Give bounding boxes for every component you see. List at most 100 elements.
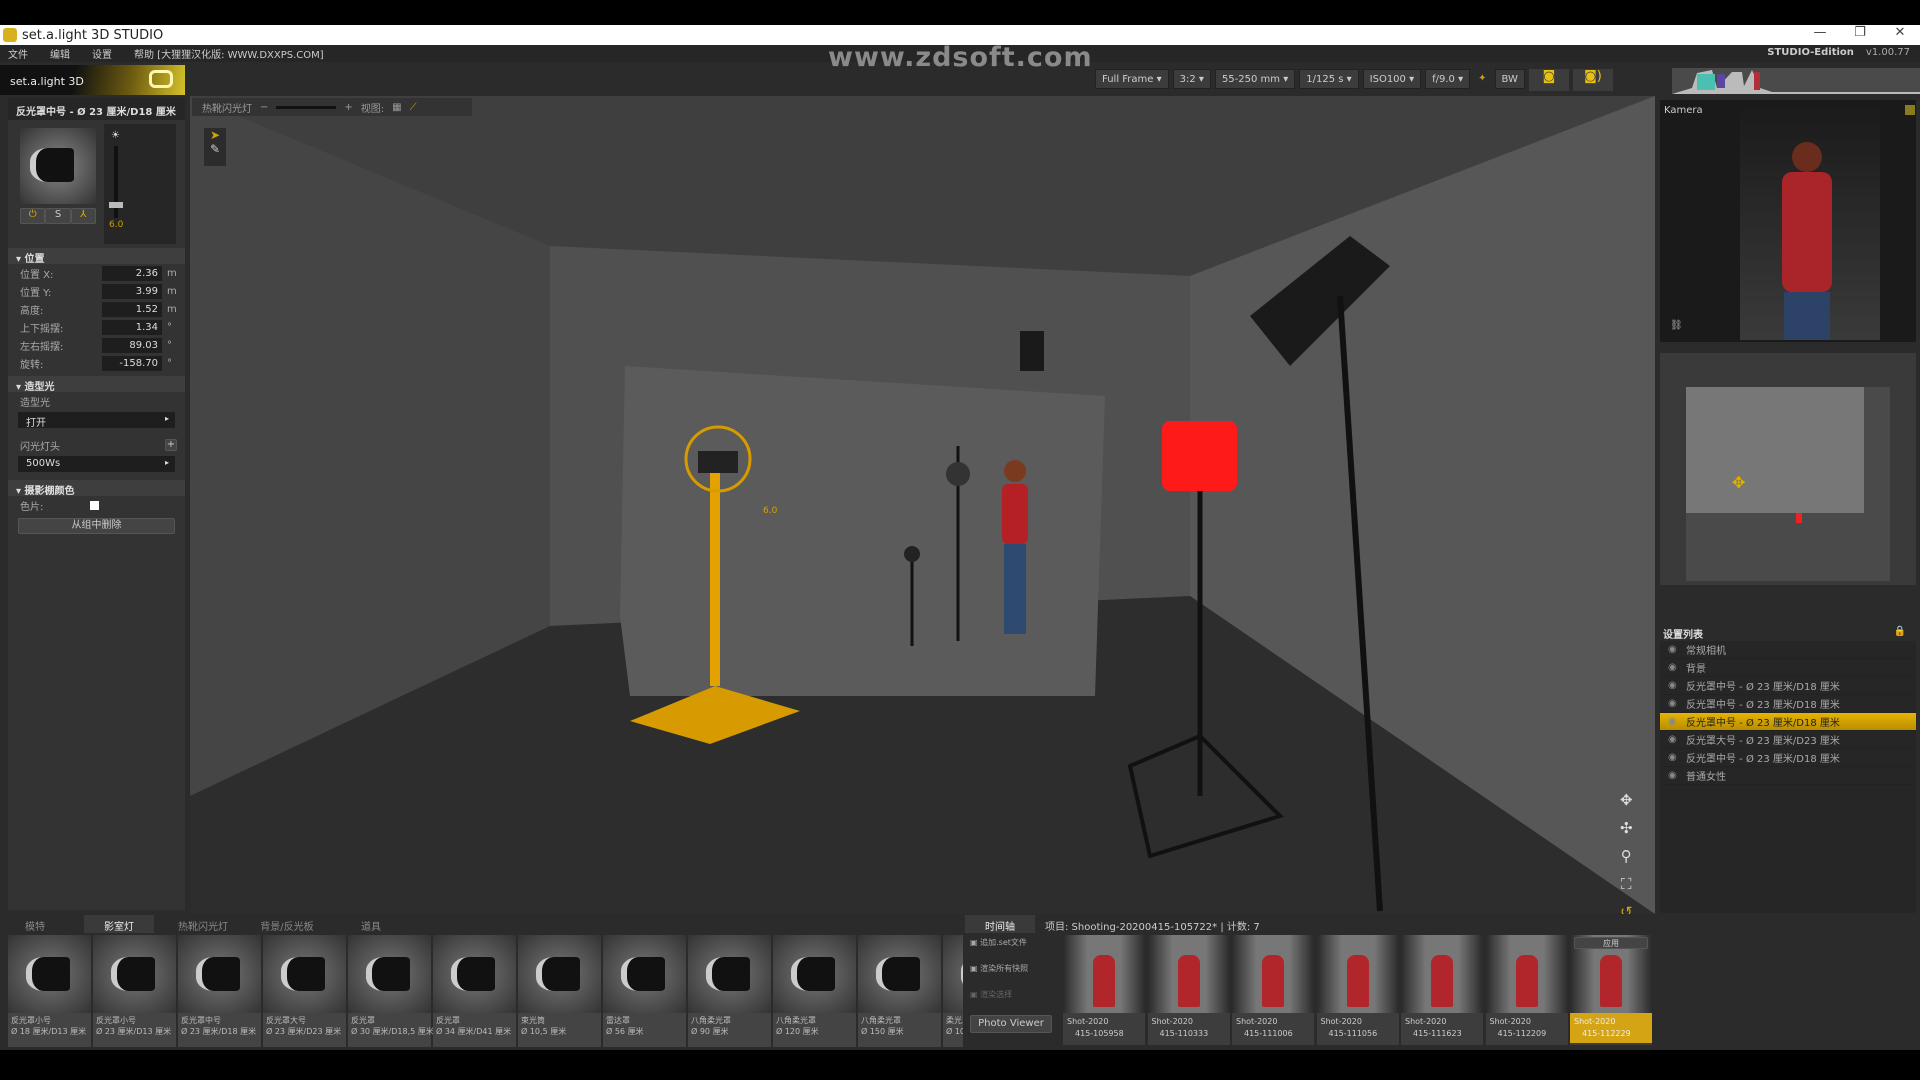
- library-tab[interactable]: 背景/反光板: [252, 915, 322, 933]
- library-item[interactable]: 反光罩大号 Ø 23 厘米/D23 厘米: [263, 935, 346, 1047]
- maximize-button[interactable]: ❐: [1840, 25, 1880, 45]
- library-tab[interactable]: 影室灯: [84, 915, 154, 933]
- bw-button[interactable]: BW: [1494, 69, 1525, 89]
- library-item[interactable]: 反光罩 Ø 30 厘米/D18,5 厘米: [348, 935, 434, 1047]
- library-item[interactable]: 八角柔光罩 Ø 150 厘米: [858, 935, 941, 1047]
- zoom-icon[interactable]: ⚲: [1620, 842, 1633, 870]
- studio-color-section-header[interactable]: ▾ 摄影棚颜色: [8, 480, 185, 497]
- field-input[interactable]: 2.36: [102, 265, 162, 281]
- setup-list-item[interactable]: ◉ 普通女性: [1660, 767, 1916, 785]
- library-item[interactable]: 柔光罩 Ø 100: [943, 935, 963, 1047]
- fit-icon[interactable]: ⛶: [1620, 870, 1633, 898]
- field-input[interactable]: 1.34: [102, 319, 162, 335]
- color-swatch[interactable]: [90, 500, 99, 510]
- top-view-map[interactable]: ✥: [1660, 353, 1916, 585]
- photo-viewer-button[interactable]: Photo Viewer: [970, 1015, 1052, 1033]
- select-tool-icon[interactable]: ➤: [204, 128, 226, 142]
- remove-from-group-button[interactable]: 从组中删除: [18, 518, 175, 534]
- iso-dropdown[interactable]: ISO100 ▾: [1362, 69, 1422, 89]
- timeline-tab[interactable]: 时间轴: [965, 915, 1035, 933]
- library-item[interactable]: 八角柔光罩 Ø 120 厘米: [773, 935, 856, 1047]
- lens-dropdown[interactable]: 55-250 mm ▾: [1214, 69, 1296, 89]
- eye-icon[interactable]: ◉: [1668, 716, 1680, 727]
- apply-button[interactable]: 应用: [1574, 937, 1648, 949]
- append-set-button[interactable]: ▣ 追加.set文件: [970, 937, 1052, 959]
- eye-icon[interactable]: ◉: [1668, 770, 1680, 781]
- setup-list-item[interactable]: ◉ 反光罩中号 - Ø 23 厘米/D18 厘米: [1660, 749, 1916, 767]
- setup-list-item[interactable]: ◉ 反光罩大号 - Ø 23 厘米/D23 厘米: [1660, 731, 1916, 749]
- aperture-dropdown[interactable]: f/9.0 ▾: [1425, 69, 1471, 89]
- library-item[interactable]: 反光罩小号 Ø 18 厘米/D13 厘米: [8, 935, 91, 1047]
- 3d-viewport[interactable]: 热靴闪光灯 − + 视图: ▦ ⟋ ➤ ✎ 6.0 ✥ ✣ ⚲ ⛶ ↺: [190, 96, 1655, 914]
- library-item[interactable]: 束光筒 Ø 10,5 厘米: [518, 935, 601, 1047]
- capture-series-button[interactable]: ◙): [1572, 69, 1613, 91]
- field-input[interactable]: -158.70: [102, 355, 162, 371]
- library-item[interactable]: 雷达罩 Ø 56 厘米: [603, 935, 686, 1047]
- zoom-slider[interactable]: [276, 105, 337, 109]
- orbit-icon[interactable]: ✥: [1620, 786, 1633, 814]
- snapshot[interactable]: Shot-2020 415-105958: [1063, 935, 1145, 1045]
- minimize-button[interactable]: —: [1800, 25, 1840, 45]
- eye-icon[interactable]: ◉: [1668, 662, 1680, 673]
- snapshot[interactable]: 应用 Shot-2020 415-112229: [1570, 935, 1652, 1045]
- render-all-button[interactable]: ▣ 渲染所有快照: [970, 963, 1052, 985]
- modeling-dropdown[interactable]: 打开 ▸: [18, 412, 175, 429]
- position-section-header[interactable]: ▾ 位置: [8, 248, 185, 265]
- eye-icon[interactable]: ◉: [1668, 734, 1680, 745]
- red-light-marker[interactable]: [1796, 513, 1802, 523]
- snapshot[interactable]: Shot-2020 415-111056: [1316, 935, 1399, 1045]
- shutter-dropdown[interactable]: 1/125 s ▾: [1299, 69, 1359, 89]
- solo-button[interactable]: S: [45, 208, 71, 224]
- render-selected-button[interactable]: ▣ 渲染选择: [970, 989, 1052, 1011]
- format-dropdown[interactable]: Full Frame ▾: [1095, 69, 1169, 89]
- snapshot[interactable]: Shot-2020 415-111006: [1232, 935, 1314, 1045]
- library-tab[interactable]: 模特: [0, 915, 70, 933]
- library-item[interactable]: 反光罩小号 Ø 23 厘米/D13 厘米: [93, 935, 176, 1047]
- eye-icon[interactable]: ◉: [1668, 680, 1680, 691]
- setup-list-item[interactable]: ◉ 反光罩中号 - Ø 23 厘米/D18 厘米: [1660, 695, 1916, 713]
- focus-icon[interactable]: ✦: [1474, 69, 1490, 91]
- field-input[interactable]: 1.52: [102, 301, 162, 317]
- power-toggle[interactable]: ⏻: [20, 208, 46, 224]
- library-item[interactable]: 反光罩 Ø 34 厘米/D41 厘米: [433, 935, 516, 1047]
- add-button[interactable]: +: [165, 439, 177, 451]
- power-slider-handle[interactable]: [109, 202, 123, 208]
- menu-file[interactable]: 文件: [8, 46, 28, 61]
- field-input[interactable]: 89.03: [102, 337, 162, 353]
- ratio-dropdown[interactable]: 3:2 ▾: [1172, 69, 1211, 89]
- lock-icon[interactable]: 🔒: [1894, 626, 1906, 637]
- grid-icon[interactable]: ▦: [392, 102, 401, 113]
- setup-list-item[interactable]: ◉ 背景: [1660, 659, 1916, 677]
- library-item[interactable]: 反光罩中号 Ø 23 厘米/D18 厘米: [178, 935, 261, 1047]
- reset-icon[interactable]: ↺: [1620, 898, 1633, 914]
- close-button[interactable]: ✕: [1880, 25, 1920, 45]
- stand-button[interactable]: ⅄: [70, 208, 96, 224]
- field-input[interactable]: 3.99: [102, 283, 162, 299]
- collapse-icon[interactable]: [1905, 105, 1915, 115]
- menu-edit[interactable]: 编辑: [50, 46, 70, 61]
- setup-list-item[interactable]: ◉ 反光罩中号 - Ø 23 厘米/D18 厘米: [1660, 677, 1916, 695]
- menu-settings[interactable]: 设置: [92, 46, 112, 61]
- modeling-section-header[interactable]: ▾ 造型光: [8, 376, 185, 393]
- eye-icon[interactable]: ◉: [1668, 644, 1680, 655]
- zoom-out-button[interactable]: −: [260, 102, 268, 113]
- line-icon[interactable]: ⟋: [410, 102, 417, 113]
- pan-icon[interactable]: ✣: [1620, 814, 1633, 842]
- eye-icon[interactable]: ◉: [1668, 752, 1680, 763]
- eye-icon[interactable]: ◉: [1668, 698, 1680, 709]
- selected-light-marker-icon[interactable]: ✥: [1732, 473, 1745, 492]
- flash-power-dropdown[interactable]: 500Ws ▸: [18, 456, 175, 472]
- capture-button[interactable]: ◙: [1528, 69, 1569, 91]
- menu-help[interactable]: 帮助 [大狸狸汉化版: WWW.DXXPS.COM]: [134, 46, 324, 61]
- library-tab[interactable]: 热靴闪光灯: [168, 915, 238, 933]
- snapshot[interactable]: Shot-2020 415-112209: [1485, 935, 1568, 1045]
- zoom-in-button[interactable]: +: [344, 102, 352, 113]
- snapshot[interactable]: Shot-2020 415-111623: [1401, 935, 1483, 1045]
- setup-list-item[interactable]: ◉ 反光罩中号 - Ø 23 厘米/D18 厘米: [1660, 713, 1916, 731]
- library-tab[interactable]: 道具: [336, 915, 406, 933]
- link-icon[interactable]: ⛓: [1670, 320, 1683, 331]
- pen-tool-icon[interactable]: ✎: [204, 142, 226, 156]
- library-item[interactable]: 八角柔光罩 Ø 90 厘米: [688, 935, 771, 1047]
- setup-list-item[interactable]: ◉ 常规相机: [1660, 641, 1916, 659]
- snapshot[interactable]: Shot-2020 415-110333: [1147, 935, 1230, 1045]
